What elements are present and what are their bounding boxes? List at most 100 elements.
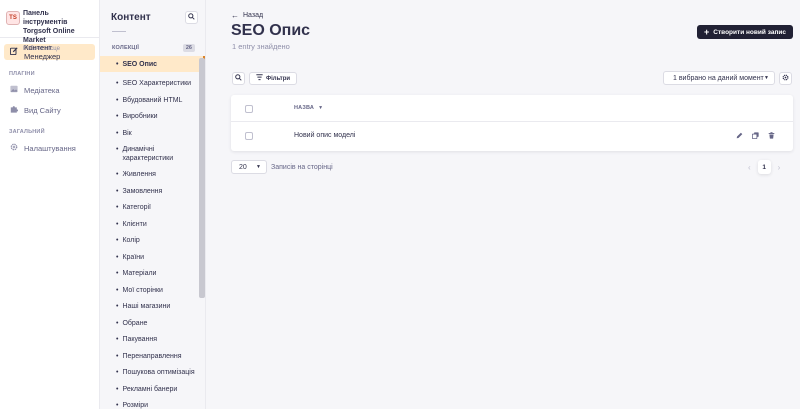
page-size-value: 20: [239, 163, 247, 171]
collection-item-label: Розміри: [122, 402, 149, 409]
collection-item-label: Клієнти: [122, 220, 147, 228]
row-name-cell: Новий опис моделі: [294, 132, 356, 139]
brand-header: TS Панель інструментів Torgsoft Online M…: [0, 0, 99, 52]
chevron-right-icon[interactable]: ›: [778, 163, 781, 172]
brand-logo-text: TS: [9, 15, 17, 21]
puzzle-icon: [9, 105, 19, 115]
nav-item-settings[interactable]: Налаштування: [4, 140, 95, 156]
nav-item-label: Вид Сайту: [24, 105, 61, 115]
sidebar-title: Контент: [111, 12, 151, 23]
plugins-section-label: ПЛАГІНИ: [9, 71, 35, 77]
collection-item[interactable]: • Перенаправлення: [100, 352, 205, 361]
collection-item[interactable]: • Матеріали: [100, 269, 205, 278]
search-icon: [188, 13, 195, 22]
back-link-label: Назад: [243, 12, 264, 19]
collection-item-label: Динамічні характеристики: [122, 146, 174, 162]
nav-item-media-library[interactable]: Медіатека: [4, 82, 95, 98]
nav-item-label: Медіатека: [24, 85, 60, 95]
collection-item-label: Мої сторінки: [122, 286, 163, 294]
content-sidebar: Контент КОЛЕКЦІЇ 26 • SEO Опис • SEO Харак…: [100, 0, 206, 409]
plus-icon: +: [704, 27, 710, 37]
collection-item-label: Замовлення: [122, 187, 163, 195]
collection-item[interactable]: • Замовлення: [100, 187, 205, 196]
nav-item-content-manager[interactable]: Контент Менеджер: [4, 43, 95, 61]
brand-logo: TS: [6, 11, 20, 25]
collection-item-label: Вбудований HTML: [122, 96, 183, 104]
gear-icon: [9, 143, 19, 153]
general-section-label: ЗАГАЛЬНИЙ: [9, 129, 45, 135]
list-settings-button[interactable]: [779, 72, 792, 85]
collection-item-label: Пакування: [122, 336, 158, 343]
collection-item-label: SEO Опис: [122, 60, 158, 68]
collection-item[interactable]: • Вік: [100, 129, 205, 138]
columns-select-value: 1 вибрано на даний момент: [673, 74, 764, 82]
collection-item[interactable]: • Виробники: [100, 112, 205, 121]
collection-item-label: Категорії: [122, 204, 151, 211]
collection-item[interactable]: • Динамічні характеристики: [100, 145, 205, 163]
create-entry-label: Створити новий запис: [713, 28, 786, 36]
collection-item[interactable]: • Клієнти: [100, 220, 205, 229]
collection-item[interactable]: • Наші магазини: [100, 302, 205, 311]
columns-select[interactable]: 1 вибрано на даний момент ▼: [663, 71, 775, 85]
duplicate-icon[interactable]: [751, 132, 759, 141]
collection-item-label: Країни: [122, 253, 145, 261]
sidebar-scrollbar[interactable]: [199, 58, 205, 298]
collection-item[interactable]: • Розміри: [100, 401, 205, 409]
collection-item-label: Колір: [122, 237, 140, 244]
collection-item[interactable]: • Категорії: [100, 203, 205, 212]
collection-item-label: Обране: [122, 319, 148, 327]
filter-icon: [256, 74, 263, 83]
collection-item[interactable]: • Пошукова оптимізація: [100, 368, 205, 377]
collection-item-label: Вік: [122, 129, 132, 137]
arrow-left-icon: ←: [231, 11, 239, 20]
collection-item-seo-description[interactable]: • SEO Опис: [100, 56, 205, 72]
filters-button[interactable]: Фільтри: [249, 72, 298, 85]
current-page-button[interactable]: 1: [757, 160, 771, 174]
main-content: ← Назад SEO Опис 1 entry знайдено + Ство…: [206, 0, 800, 409]
column-header-name[interactable]: НАЗВА ▼: [294, 105, 323, 111]
chevron-left-icon[interactable]: ‹: [748, 163, 751, 172]
sidebar-search-button[interactable]: [185, 11, 198, 24]
sort-down-icon: ▼: [318, 105, 324, 111]
collection-item-label: Матеріали: [122, 270, 157, 277]
pagination: ‹ 1 ›: [748, 160, 780, 174]
row-actions: [735, 132, 775, 141]
collection-item[interactable]: • Мої сторінки: [100, 286, 205, 295]
page-size-label: Записів на сторінці: [271, 164, 333, 171]
gear-icon: [782, 74, 789, 83]
collection-item[interactable]: • Рекламні банери: [100, 385, 205, 394]
nav-item-label: Налаштування: [24, 143, 76, 153]
back-link[interactable]: ← Назад: [231, 11, 263, 20]
nav-item-site-view[interactable]: Вид Сайту: [4, 102, 95, 118]
filters-label: Фільтри: [266, 75, 291, 82]
trash-icon[interactable]: [767, 132, 775, 141]
collection-item-label: Пошукова оптимізація: [122, 369, 195, 376]
chevron-down-icon: ▼: [256, 164, 261, 170]
collection-item-label: Живлення: [122, 171, 156, 178]
entries-count: 1 entry знайдено: [232, 42, 290, 51]
collections-list: • SEO Опис • SEO Характеристики • Вбудовани…: [100, 56, 205, 409]
collection-item[interactable]: • SEO Характеристики: [100, 79, 205, 88]
collection-item[interactable]: • Обране: [100, 319, 205, 328]
chevron-down-icon: ▼: [764, 75, 769, 81]
create-entry-button[interactable]: + Створити новий запис: [697, 25, 793, 39]
collection-item-label: Рекламні банери: [122, 385, 178, 393]
collections-count-badge: 26: [182, 43, 195, 52]
collection-item-label: Виробники: [122, 113, 158, 120]
list-search-button[interactable]: [232, 72, 245, 85]
table-row[interactable]: Новий опис моделі: [231, 122, 793, 151]
collection-item[interactable]: • Вбудований HTML: [100, 96, 205, 105]
collection-item[interactable]: • Живлення: [100, 170, 205, 179]
image-icon: [9, 85, 19, 95]
collection-item[interactable]: • Країни: [100, 253, 205, 262]
page-size-select[interactable]: 20 ▼: [231, 160, 267, 174]
brand-title: Панель інструментів Torgsoft Online Mark…: [23, 10, 75, 44]
collection-item[interactable]: • Колір: [100, 236, 205, 245]
entries-table: НАЗВА ▼ Новий опис моделі: [231, 95, 793, 151]
table-header: НАЗВА ▼: [231, 95, 793, 122]
main-navigation: TS Панель інструментів Torgsoft Online M…: [0, 0, 100, 409]
pencil-icon[interactable]: [735, 132, 743, 141]
select-all-checkbox[interactable]: [245, 105, 253, 113]
row-checkbox[interactable]: [245, 132, 253, 140]
collection-item[interactable]: • Пакування: [100, 335, 205, 344]
